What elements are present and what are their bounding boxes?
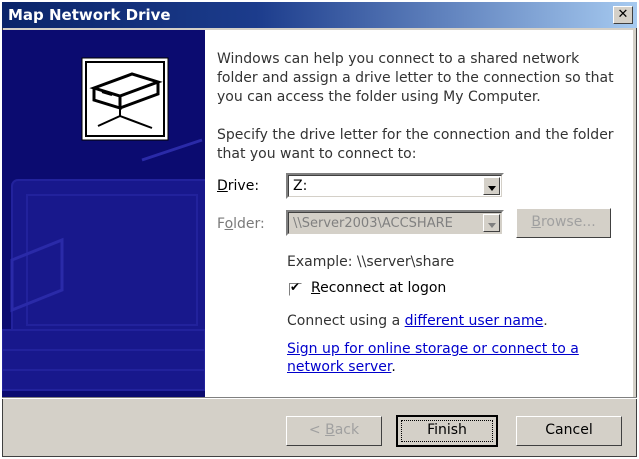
wizard-side-panel (2, 30, 205, 397)
chevron-down-icon[interactable] (483, 177, 500, 195)
close-button[interactable]: ✕ (613, 6, 633, 24)
reconnect-checkbox[interactable] (289, 280, 302, 296)
intro-text: Windows can help you connect to a shared… (217, 51, 614, 105)
network-drive-icon (2, 30, 205, 397)
browse-button[interactable]: Browse... (516, 208, 611, 238)
close-icon: ✕ (617, 7, 629, 22)
connect-using-text: Connect using a different user name. (287, 313, 548, 329)
finish-button[interactable]: Finish (396, 415, 498, 447)
footer-divider (2, 397, 637, 399)
network-server-link[interactable]: network server (287, 359, 391, 375)
title-bar[interactable]: Map Network Drive ✕ (2, 2, 637, 28)
different-user-name-link[interactable]: different user name (405, 313, 544, 329)
chevron-down-icon[interactable] (483, 214, 500, 232)
reconnect-label[interactable]: Reconnect at logon (311, 280, 446, 296)
folder-value: \\Server2003\ACCSHARE (293, 216, 453, 231)
window-title: Map Network Drive (8, 6, 171, 24)
folder-label: Folder: (217, 216, 265, 232)
wizard-content: Windows can help you connect to a shared… (205, 30, 633, 397)
instructions-text: Specify the drive letter for the connect… (217, 127, 614, 162)
example-text: Example: \\server\share (287, 254, 455, 270)
back-button[interactable]: < Back (286, 416, 382, 446)
cancel-button[interactable]: Cancel (516, 416, 622, 446)
signup-text: Sign up for online storage or connect to… (287, 341, 579, 375)
drive-label: Drive: (217, 178, 260, 194)
drive-select[interactable]: Z: (286, 173, 504, 199)
drive-value: Z: (293, 178, 308, 194)
signup-online-storage-link[interactable]: Sign up for online storage or connect to… (287, 341, 579, 357)
folder-combobox[interactable]: \\Server2003\ACCSHARE (286, 210, 504, 236)
